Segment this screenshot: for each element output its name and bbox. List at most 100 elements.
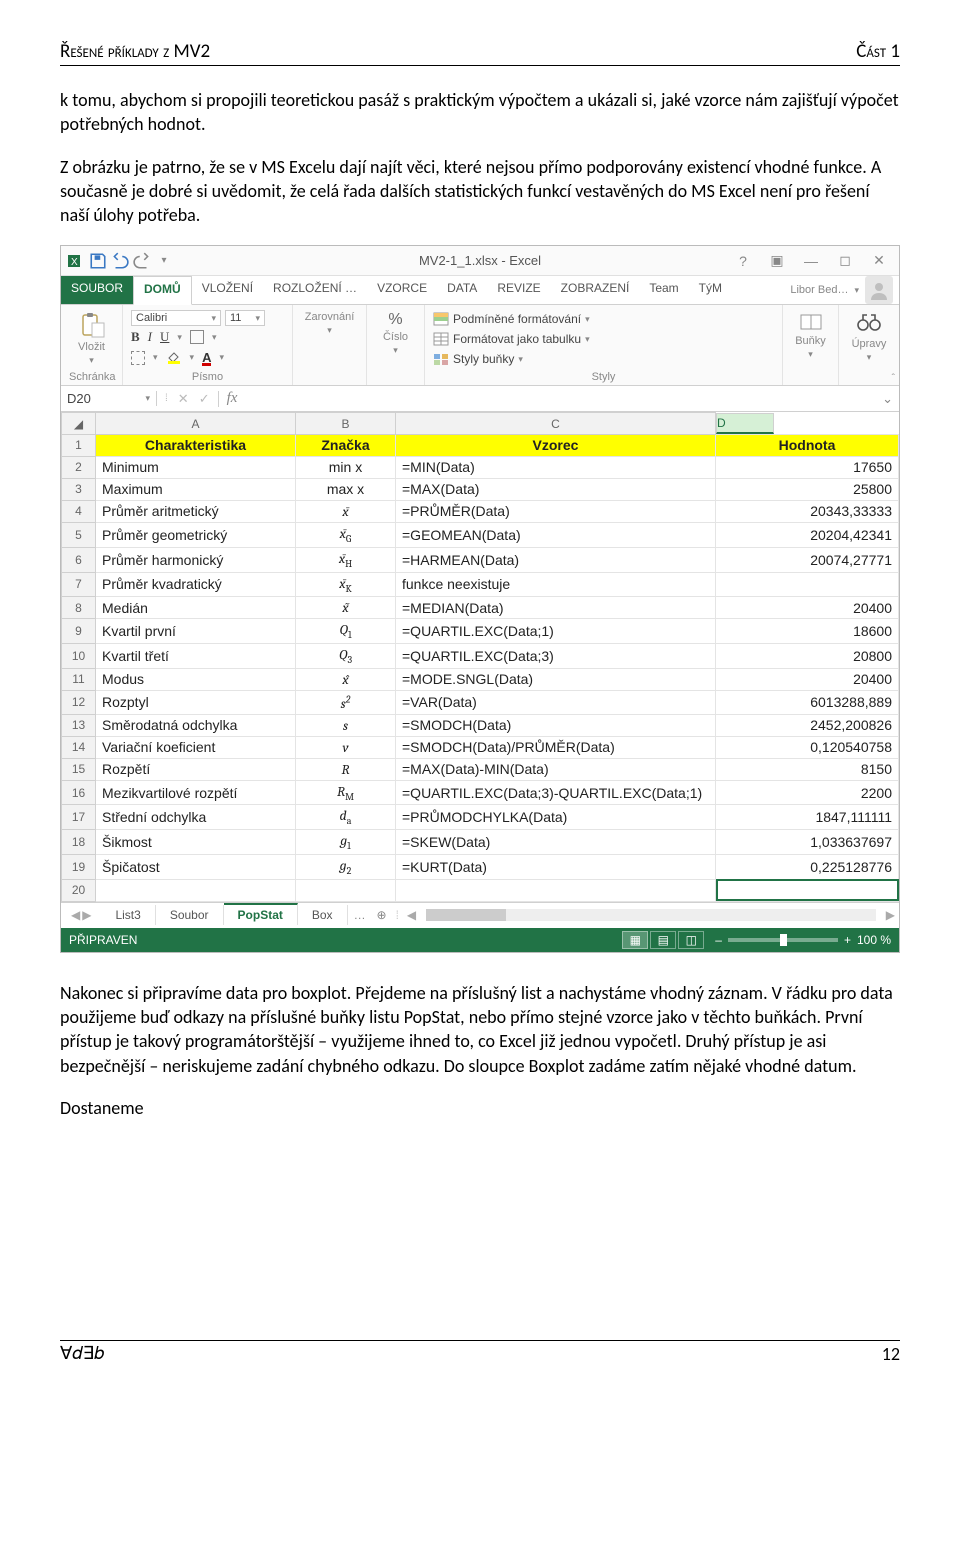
cell[interactable]: max x bbox=[296, 478, 396, 500]
cell[interactable]: x̄K bbox=[296, 572, 396, 597]
number-button[interactable]: % Číslo ▾ bbox=[375, 309, 416, 358]
view-page-layout-icon[interactable]: ▤ bbox=[650, 931, 676, 949]
cell[interactable]: 20400 bbox=[716, 597, 899, 619]
cell[interactable]: x̄ bbox=[296, 500, 396, 522]
cell[interactable]: Průměr kvadratický bbox=[96, 572, 296, 597]
cell[interactable]: 20204,42341 bbox=[716, 522, 899, 547]
cell[interactable]: x̄H bbox=[296, 547, 396, 572]
redo-icon[interactable] bbox=[133, 252, 151, 270]
cell[interactable]: da bbox=[296, 805, 396, 830]
cell[interactable]: Špičatost bbox=[96, 855, 296, 880]
zoom-level[interactable]: 100 % bbox=[857, 933, 891, 947]
collapse-ribbon-icon[interactable]: ˆ bbox=[892, 373, 895, 384]
cell[interactable]: =KURT(Data) bbox=[396, 855, 716, 880]
select-all-corner[interactable]: ◢ bbox=[62, 413, 96, 435]
sheet-tab-soubor[interactable]: Soubor bbox=[156, 905, 224, 925]
horizontal-scrollbar[interactable] bbox=[420, 909, 882, 921]
cell[interactable]: =SMODCH(Data) bbox=[396, 714, 716, 736]
cell[interactable]: =MAX(Data) bbox=[396, 478, 716, 500]
underline-button[interactable]: U bbox=[160, 329, 169, 345]
view-normal-icon[interactable]: ▦ bbox=[622, 931, 648, 949]
cell[interactable]: Kvartil třetí bbox=[96, 644, 296, 669]
minimize-icon[interactable]: — bbox=[795, 250, 827, 272]
borders-dropdown[interactable] bbox=[131, 351, 145, 365]
help-icon[interactable]: ? bbox=[727, 250, 759, 272]
cell[interactable]: Maximum bbox=[96, 478, 296, 500]
cell[interactable]: 17650 bbox=[716, 456, 899, 478]
cell[interactable]: Průměr harmonický bbox=[96, 547, 296, 572]
cell[interactable]: Minimum bbox=[96, 456, 296, 478]
accept-formula-icon[interactable]: ✓ bbox=[199, 391, 210, 407]
ribbon-display-icon[interactable]: ▣ bbox=[761, 250, 793, 272]
cell[interactable]: 2200 bbox=[716, 780, 899, 805]
cell[interactable]: Variační koeficient bbox=[96, 736, 296, 758]
col-header-b[interactable]: B bbox=[296, 413, 396, 435]
cell[interactable]: 20800 bbox=[716, 644, 899, 669]
fill-color-button[interactable] bbox=[166, 348, 182, 367]
tab-rozlozeni[interactable]: ROZLOŽENÍ … bbox=[263, 276, 367, 304]
tab-vlozeni[interactable]: VLOŽENÍ bbox=[192, 276, 263, 304]
hscroll-right-icon[interactable]: ▶ bbox=[882, 908, 899, 922]
cell[interactable]: 6013288,889 bbox=[716, 690, 899, 714]
italic-button[interactable]: I bbox=[148, 329, 152, 345]
close-icon[interactable]: ✕ bbox=[863, 250, 895, 272]
cell[interactable]: 18600 bbox=[716, 619, 899, 644]
cell[interactable]: x̃ bbox=[296, 597, 396, 619]
cell[interactable]: =SMODCH(Data)/PRŮMĚR(Data) bbox=[396, 736, 716, 758]
bold-button[interactable]: B bbox=[131, 329, 140, 345]
zoom-slider[interactable] bbox=[728, 938, 838, 942]
col-header-d[interactable]: D bbox=[716, 413, 774, 434]
cell[interactable]: 20400 bbox=[716, 668, 899, 690]
cell[interactable]: =MODE.SNGL(Data) bbox=[396, 668, 716, 690]
cell[interactable]: s2 bbox=[296, 690, 396, 714]
cell[interactable]: =SKEW(Data) bbox=[396, 830, 716, 855]
cell[interactable]: Modus bbox=[96, 668, 296, 690]
cell[interactable]: x̄G bbox=[296, 522, 396, 547]
sheet-more-icon[interactable]: … bbox=[348, 908, 372, 922]
tab-data[interactable]: DATA bbox=[437, 276, 487, 304]
user-account[interactable]: Libor Bed…▾ bbox=[784, 276, 899, 304]
name-box[interactable]: D20▾ bbox=[61, 391, 157, 406]
qat-customize-icon[interactable]: ▾ bbox=[155, 252, 173, 270]
cell[interactable]: Q3 bbox=[296, 644, 396, 669]
tab-revize[interactable]: REVIZE bbox=[487, 276, 550, 304]
tab-tym[interactable]: TýM bbox=[689, 276, 732, 304]
cell[interactable]: =QUARTIL.EXC(Data;3)-QUARTIL.EXC(Data;1) bbox=[396, 780, 716, 805]
tab-domu[interactable]: DOMŮ bbox=[133, 276, 192, 305]
cell[interactable]: 2452,200826 bbox=[716, 714, 899, 736]
sheet-tab-box[interactable]: Box bbox=[298, 905, 348, 925]
cell[interactable]: =MEDIAN(Data) bbox=[396, 597, 716, 619]
cell[interactable]: 0,120540758 bbox=[716, 736, 899, 758]
sheet-tab-popstat[interactable]: PopStat bbox=[224, 903, 298, 925]
save-icon[interactable] bbox=[89, 252, 107, 270]
tab-soubor[interactable]: SOUBOR bbox=[61, 276, 133, 304]
cell[interactable]: x̂ bbox=[296, 668, 396, 690]
cell[interactable] bbox=[716, 572, 899, 597]
cells-button[interactable]: Buňky ▾ bbox=[791, 309, 830, 362]
cell[interactable]: =GEOMEAN(Data) bbox=[396, 522, 716, 547]
editing-button[interactable]: Úpravy ▾ bbox=[847, 309, 891, 365]
sheet-nav-prev-icon[interactable]: ◀ bbox=[71, 908, 80, 922]
fx-icon[interactable]: fx bbox=[219, 390, 246, 407]
cell[interactable]: g2 bbox=[296, 855, 396, 880]
sheet-nav-next-icon[interactable]: ▶ bbox=[82, 908, 91, 922]
font-color-button[interactable]: A bbox=[202, 350, 211, 366]
col-header-c[interactable]: C bbox=[396, 413, 716, 435]
cell[interactable]: v bbox=[296, 736, 396, 758]
cancel-formula-icon[interactable]: ✕ bbox=[178, 391, 189, 407]
cell[interactable]: =MAX(Data)-MIN(Data) bbox=[396, 758, 716, 780]
alignment-button[interactable]: Zarovnání ▾ bbox=[301, 309, 358, 338]
cell[interactable]: =MIN(Data) bbox=[396, 456, 716, 478]
sheet-tab-list3[interactable]: List3 bbox=[101, 905, 155, 925]
cell[interactable]: Mezikvartilové rozpětí bbox=[96, 780, 296, 805]
zoom-in-icon[interactable]: + bbox=[844, 933, 851, 947]
cell-styles-button[interactable]: Styly buňky▾ bbox=[433, 351, 774, 367]
cell[interactable]: 8150 bbox=[716, 758, 899, 780]
cell[interactable]: 1847,111111 bbox=[716, 805, 899, 830]
view-page-break-icon[interactable]: ◫ bbox=[678, 931, 704, 949]
cell[interactable]: =PRŮMĚR(Data) bbox=[396, 500, 716, 522]
tab-zobrazeni[interactable]: ZOBRAZENÍ bbox=[551, 276, 640, 304]
conditional-formatting-button[interactable]: Podmíněné formátování▾ bbox=[433, 311, 774, 327]
cell[interactable]: Šikmost bbox=[96, 830, 296, 855]
undo-icon[interactable] bbox=[111, 252, 129, 270]
